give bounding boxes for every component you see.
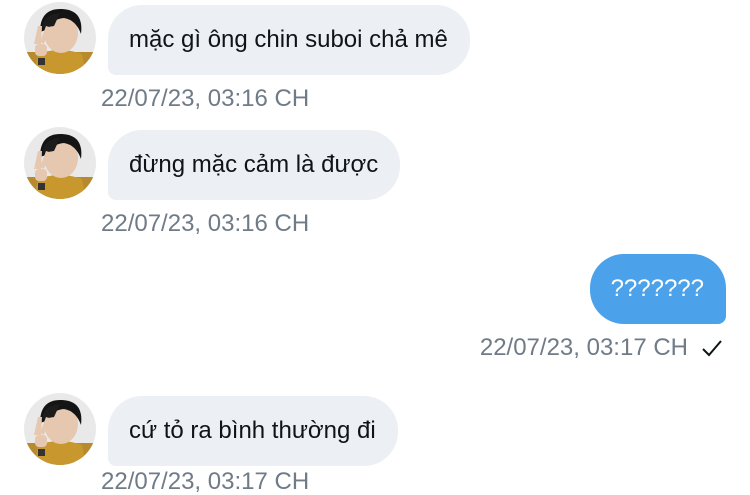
message-text: cứ tỏ ra bình thường đi	[129, 417, 376, 444]
message-timestamp: 22/07/23, 03:17 CH	[479, 334, 688, 361]
sender-avatar[interactable]	[24, 127, 96, 199]
message-meta: 22/07/23, 03:17 CH	[480, 336, 724, 360]
sender-avatar[interactable]	[24, 393, 96, 465]
message-bubble-incoming[interactable]: mặc gì ông chin suboi chả mê	[108, 5, 470, 75]
message-timestamp: 22/07/23, 03:16 CH	[101, 85, 310, 112]
sender-avatar[interactable]	[24, 2, 96, 74]
message-bubble-incoming[interactable]: đừng mặc cảm là được	[108, 130, 401, 200]
message-timestamp: 22/07/23, 03:16 CH	[101, 210, 310, 237]
message-bubble-incoming[interactable]: cứ tỏ ra bình thường đi	[108, 396, 398, 466]
message-bubble-outgoing[interactable]: ???????	[589, 254, 726, 324]
message-timestamp: 22/07/23, 03:17 CH	[101, 468, 310, 495]
checkmark-icon	[700, 336, 724, 360]
message-text: đừng mặc cảm là được	[129, 151, 379, 178]
message-text: ???????	[610, 275, 704, 302]
message-text: mặc gì ông chin suboi chả mê	[129, 26, 448, 53]
